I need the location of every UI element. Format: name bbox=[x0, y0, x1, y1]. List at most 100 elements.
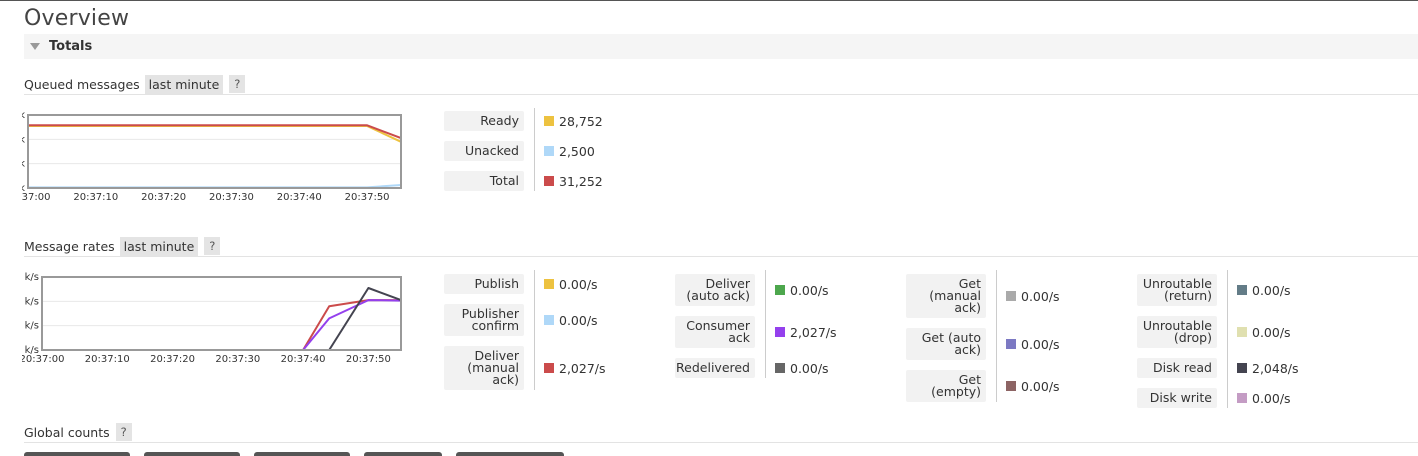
legend-key: Get (auto ack) bbox=[906, 328, 986, 360]
color-swatch bbox=[775, 363, 785, 373]
legend-value: 2,027/s bbox=[544, 346, 606, 390]
color-swatch bbox=[1237, 285, 1247, 295]
legend-value: 0.00/s bbox=[544, 274, 598, 294]
legend-value: 2,500 bbox=[544, 141, 595, 161]
legend-key: Deliver (auto ack) bbox=[675, 274, 755, 306]
page-title: Overview bbox=[24, 6, 130, 31]
legend-row: Deliver (auto ack) bbox=[675, 274, 755, 306]
color-swatch bbox=[544, 116, 554, 126]
collapse-triangle-icon[interactable] bbox=[30, 43, 40, 50]
legend-key: Deliver (manual ack) bbox=[444, 346, 524, 390]
queued-divider bbox=[24, 94, 1418, 95]
legend-value-text: 2,048/s bbox=[1252, 360, 1299, 376]
legend-row: Ready bbox=[444, 111, 524, 131]
color-swatch bbox=[775, 285, 785, 295]
legend-value: 2,027/s bbox=[775, 316, 837, 348]
legend-key: Consumer ack bbox=[675, 316, 755, 348]
x-tick-label: 20:37:00 bbox=[22, 354, 64, 365]
message-rates-heading: Message rates last minute ? bbox=[24, 236, 221, 256]
rates-divider bbox=[24, 256, 1418, 257]
legend-key: Redelivered bbox=[675, 358, 755, 378]
color-swatch bbox=[544, 363, 554, 373]
series-line bbox=[42, 299, 401, 351]
legend-value-text: 0.00/s bbox=[1021, 288, 1060, 304]
y-tick-label: 1.0 k/s bbox=[22, 321, 39, 332]
legend-key: Publisher confirm bbox=[444, 304, 524, 336]
x-tick-label: 20:37:20 bbox=[150, 354, 195, 365]
color-swatch bbox=[544, 176, 554, 186]
color-swatch bbox=[544, 146, 554, 156]
color-swatch bbox=[1237, 393, 1247, 403]
y-tick-label: 2.0 k/s bbox=[22, 296, 39, 307]
rates-help-button[interactable]: ? bbox=[204, 237, 221, 255]
legend-row: Get (manual ack) bbox=[906, 274, 986, 318]
legend-key: Unacked bbox=[444, 141, 524, 161]
count-box[interactable] bbox=[364, 452, 442, 456]
legend-key: Get (empty) bbox=[906, 370, 986, 402]
queued-messages-chart: 0 k20 k40 k60 k20:37:0020:37:1020:37:202… bbox=[3, 108, 407, 208]
legend-value-text: 0.00/s bbox=[790, 282, 829, 298]
queued-help-button[interactable]: ? bbox=[229, 75, 246, 93]
legend-row: Get (auto ack) bbox=[906, 328, 986, 360]
legend-value-text: 2,027/s bbox=[559, 360, 606, 376]
legend-value: 0.00/s bbox=[1006, 328, 1060, 360]
series-line bbox=[28, 124, 402, 140]
legend-row: Total bbox=[444, 171, 524, 191]
count-box[interactable] bbox=[254, 452, 350, 456]
color-swatch bbox=[1006, 291, 1016, 301]
legend-row: Redelivered bbox=[675, 358, 755, 378]
series-line bbox=[42, 287, 402, 351]
color-swatch bbox=[544, 279, 554, 289]
queued-chart-svg: 0 k20 k40 k60 k20:37:0020:37:1020:37:202… bbox=[3, 110, 402, 203]
y-tick-label: 40 k bbox=[22, 134, 25, 145]
legend-value: 31,252 bbox=[544, 171, 603, 191]
legend-row: Publish bbox=[444, 274, 524, 294]
color-swatch bbox=[1006, 381, 1016, 391]
color-swatch bbox=[1237, 327, 1247, 337]
global-counts-help-button[interactable]: ? bbox=[115, 423, 132, 441]
top-border bbox=[0, 0, 1418, 1]
queued-messages-label: Queued messages bbox=[24, 76, 140, 92]
legend-value-text: 0.00/s bbox=[1021, 378, 1060, 394]
legend-separator bbox=[996, 270, 997, 402]
legend-row: Unacked bbox=[444, 141, 524, 161]
message-rates-chart: 0.0 k/s1.0 k/s2.0 k/s3.0 k/s20:37:0020:3… bbox=[6, 270, 407, 370]
legend-value-text: 2,027/s bbox=[790, 324, 837, 340]
legend-value: 0.00/s bbox=[1237, 388, 1291, 408]
legend-key: Unroutable (drop) bbox=[1137, 316, 1217, 348]
legend-row: Disk write bbox=[1137, 388, 1217, 408]
legend-row: Consumer ack bbox=[675, 316, 755, 348]
color-swatch bbox=[775, 327, 785, 337]
legend-value: 0.00/s bbox=[544, 304, 598, 336]
legend-value-text: 31,252 bbox=[559, 173, 603, 189]
legend-key: Unroutable (return) bbox=[1137, 274, 1217, 306]
legend-key: Publish bbox=[444, 274, 524, 294]
legend-value-text: 0.00/s bbox=[1252, 390, 1291, 406]
legend-row: Get (empty) bbox=[906, 370, 986, 402]
count-box[interactable] bbox=[144, 452, 240, 456]
totals-section-header[interactable]: Totals bbox=[24, 34, 1418, 59]
global-counts-boxes bbox=[24, 452, 584, 456]
legend-value-text: 2,500 bbox=[559, 143, 595, 159]
global-counts-label: Global counts bbox=[24, 424, 110, 440]
legend-row: Deliver (manual ack) bbox=[444, 346, 524, 390]
totals-section-label: Totals bbox=[49, 39, 93, 54]
legend-value: 2,048/s bbox=[1237, 358, 1299, 378]
count-box[interactable] bbox=[24, 452, 130, 456]
legend-value-text: 0.00/s bbox=[1021, 336, 1060, 352]
x-tick-label: 20:37:10 bbox=[85, 354, 130, 365]
legend-value: 0.00/s bbox=[1006, 274, 1060, 318]
legend-value-text: 0.00/s bbox=[559, 312, 598, 328]
message-rates-label: Message rates bbox=[24, 238, 115, 254]
global-counts-divider bbox=[24, 442, 1418, 443]
queued-range-selector[interactable]: last minute bbox=[144, 74, 224, 94]
count-box[interactable] bbox=[456, 452, 564, 456]
legend-row: Unroutable (drop) bbox=[1137, 316, 1217, 348]
rates-range-selector[interactable]: last minute bbox=[119, 236, 199, 256]
rates-chart-svg: 0.0 k/s1.0 k/s2.0 k/s3.0 k/s20:37:0020:3… bbox=[6, 272, 402, 365]
legend-value: 0.00/s bbox=[1006, 370, 1060, 402]
x-tick-label: 20:37:40 bbox=[281, 354, 326, 365]
x-tick-label: 20:37:30 bbox=[215, 354, 260, 365]
legend-key: Disk read bbox=[1137, 358, 1217, 378]
color-swatch bbox=[544, 315, 554, 325]
